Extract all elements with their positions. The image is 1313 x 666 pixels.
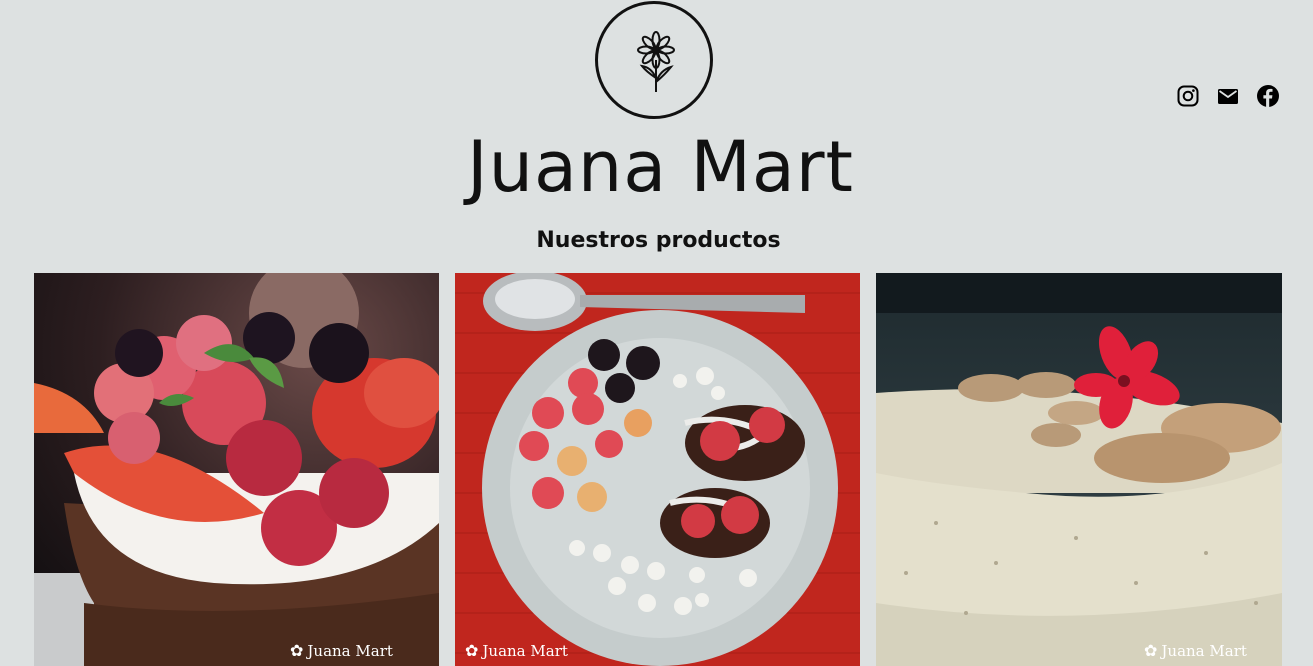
flower-icon: ✿ xyxy=(290,641,304,660)
watermark: ✿ Juana Mart xyxy=(290,641,393,660)
flower-icon: ✿ xyxy=(465,641,479,660)
watermark-text: Juana Mart xyxy=(307,641,393,660)
email-icon[interactable] xyxy=(1216,84,1240,108)
social-links xyxy=(1176,84,1280,108)
product-card[interactable]: ✿ Juana Mart xyxy=(455,273,860,666)
flower-icon xyxy=(637,31,675,92)
cheesecake-almond-cookies-photo xyxy=(876,273,1282,666)
logo[interactable] xyxy=(595,1,713,119)
watermark-text: Juana Mart xyxy=(1161,641,1247,660)
berry-chocolate-cake-photo xyxy=(34,273,439,666)
watermark: ✿ Juana Mart xyxy=(465,641,568,660)
product-card[interactable]: ✿ Juana Mart xyxy=(34,273,439,666)
watermark: ✿ Juana Mart xyxy=(1144,641,1247,660)
section-title: Nuestros productos xyxy=(536,228,781,253)
product-card[interactable]: ✿ Juana Mart xyxy=(876,273,1282,666)
watermark-text: Juana Mart xyxy=(482,641,568,660)
instagram-icon[interactable] xyxy=(1176,84,1200,108)
chocolate-bites-berries-plate-photo xyxy=(455,273,860,666)
brand-title: Juana Mart xyxy=(467,126,854,208)
flower-icon: ✿ xyxy=(1144,641,1158,660)
facebook-icon[interactable] xyxy=(1256,84,1280,108)
